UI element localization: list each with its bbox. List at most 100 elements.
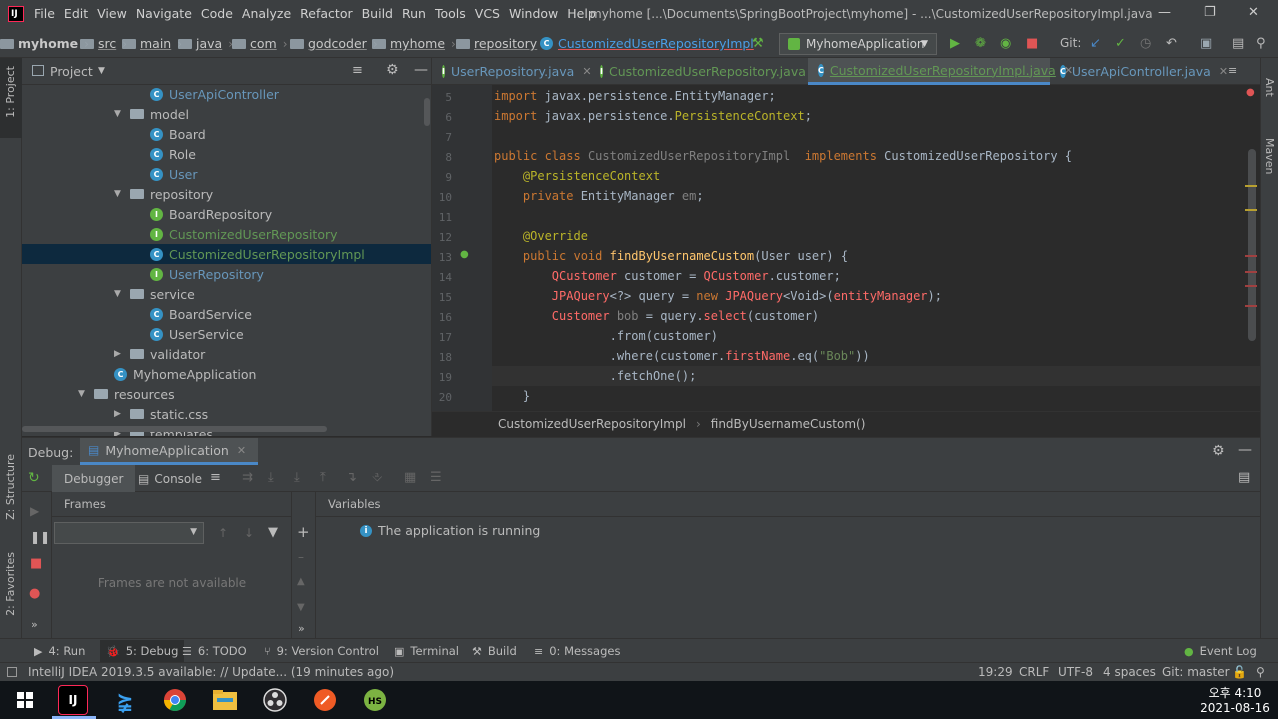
file-encoding[interactable]: UTF-8: [1058, 665, 1093, 679]
breadcrumb-item-0[interactable]: myhome›: [0, 36, 89, 51]
tool-window-0-messages[interactable]: ≡ 0: Messages: [534, 644, 620, 658]
breadcrumb-item-4[interactable]: com ›: [232, 36, 288, 51]
code-line[interactable]: public class CustomizedUserRepositoryImp…: [494, 149, 1072, 163]
clock-date[interactable]: 2021-08-16: [1200, 701, 1270, 715]
editor-crumb-class[interactable]: CustomizedUserRepositoryImpl: [498, 417, 686, 431]
code-line[interactable]: QCustomer customer = QCustomer.customer;: [494, 269, 841, 283]
breadcrumb-item-1[interactable]: src›: [80, 36, 127, 51]
status-message[interactable]: IntelliJ IDEA 2019.3.5 available: // Upd…: [28, 665, 394, 679]
indent-setting[interactable]: 4 spaces: [1103, 665, 1156, 679]
chevron-down-icon[interactable]: ▼: [98, 66, 105, 76]
up-arrow-icon[interactable]: ↑: [218, 526, 228, 540]
debug-session-tab[interactable]: ▤ MyhomeApplication ✕: [80, 438, 259, 465]
chevron-down-icon[interactable]: ▼: [114, 289, 124, 299]
implements-marker-icon[interactable]: ●: [460, 249, 469, 260]
history-icon[interactable]: ◷: [1140, 36, 1151, 51]
run-configuration-select[interactable]: MyhomeApplication ▼: [779, 33, 937, 55]
clock-time[interactable]: 오후 4:10: [1200, 684, 1270, 701]
editor-scrollbar[interactable]: [1248, 149, 1256, 341]
hide-panel-icon[interactable]: —: [1238, 442, 1252, 458]
windows-start-icon[interactable]: [10, 685, 40, 715]
code-line[interactable]: import javax.persistence.EntityManager;: [494, 89, 776, 103]
maximize-icon[interactable]: ❐: [1204, 5, 1216, 20]
line-separator[interactable]: CRLF: [1019, 665, 1049, 679]
filter-icon[interactable]: ▼: [268, 525, 278, 540]
tool-windows-icon[interactable]: [7, 667, 17, 677]
menu-vcs[interactable]: VCS: [475, 6, 500, 21]
menu-window[interactable]: Window: [509, 6, 558, 21]
tree-item-service[interactable]: ▼ service: [114, 284, 195, 304]
tree-item-role[interactable]: C Role: [150, 144, 196, 164]
menu-run[interactable]: Run: [402, 6, 426, 21]
code-line[interactable]: private EntityManager em;: [494, 189, 704, 203]
code-line[interactable]: .fetchOne();: [494, 369, 697, 383]
commit-icon[interactable]: ✓: [1115, 36, 1126, 51]
step-into-icon[interactable]: ⤓: [294, 470, 300, 485]
step-over-icon[interactable]: ⤓: [268, 470, 274, 485]
inspector-icon[interactable]: ⚲: [1256, 665, 1265, 679]
intellij-taskbar-icon[interactable]: IJ: [58, 685, 88, 715]
code-line[interactable]: }: [494, 389, 530, 403]
breadcrumb-item-3[interactable]: java ›: [178, 36, 233, 51]
collapse-all-icon[interactable]: ≡: [352, 63, 363, 78]
menu-analyze[interactable]: Analyze: [242, 6, 291, 21]
tree-item-repository[interactable]: ▼ repository: [114, 184, 213, 204]
tree-item-customizeduserrepository[interactable]: I CustomizedUserRepository: [150, 224, 338, 244]
gear-icon[interactable]: ⚙: [1212, 443, 1225, 459]
chevron-down-icon[interactable]: ▼: [78, 389, 88, 399]
layout-icon[interactable]: ▤: [1238, 470, 1250, 485]
resume-icon[interactable]: ▶: [30, 504, 39, 518]
tree-item-myhomeapplication[interactable]: C MyhomeApplication: [114, 364, 256, 384]
project-tool-tab[interactable]: 1: Project: [4, 66, 17, 118]
more-icon[interactable]: »: [298, 622, 305, 635]
chevron-right-icon[interactable]: ▶: [114, 349, 124, 359]
move-down-icon[interactable]: ▼: [297, 602, 305, 613]
editor-tab-3[interactable]: C UserApiController.java ✕: [1050, 58, 1228, 85]
tool-window-build[interactable]: ⚒ Build: [472, 644, 517, 658]
rerun-icon[interactable]: ↻: [28, 470, 40, 486]
pause-icon[interactable]: ❚❚: [30, 530, 50, 544]
editor-tab-2[interactable]: C CustomizedUserRepositoryImpl.java ✕: [808, 58, 1073, 85]
code-line[interactable]: @PersistenceContext: [494, 169, 660, 183]
thread-select[interactable]: ▼: [54, 522, 204, 544]
breadcrumb-item-5[interactable]: godcoder›: [290, 36, 378, 51]
tree-item-validator[interactable]: ▶ validator: [114, 344, 205, 364]
menu-refactor[interactable]: Refactor: [300, 6, 352, 21]
tree-item-boardrepository[interactable]: I BoardRepository: [150, 204, 272, 224]
gear-icon[interactable]: ⚙: [386, 62, 399, 78]
close-tab-icon[interactable]: ✕: [1219, 65, 1228, 78]
close-icon[interactable]: ✕: [1248, 5, 1259, 20]
code-line[interactable]: Customer bob = query.select(customer): [494, 309, 819, 323]
favorites-tool-tab[interactable]: 2: Favorites: [4, 552, 17, 616]
breadcrumb-item-7[interactable]: repository›: [456, 36, 548, 51]
tab-overflow-icon[interactable]: ≡: [1228, 64, 1237, 77]
menu-build[interactable]: Build: [362, 6, 393, 21]
table-view-icon[interactable]: ▦: [404, 470, 416, 485]
editor-tab-1[interactable]: ICustomizedUserRepository.java✕: [590, 58, 823, 85]
chrome-taskbar-icon[interactable]: [160, 685, 190, 715]
breadcrumb-item-6[interactable]: myhome ›: [372, 36, 456, 51]
editor-tab-0[interactable]: I UserRepository.java ✕: [432, 58, 592, 85]
caret-position[interactable]: 19:29: [978, 665, 1013, 679]
debug-icon[interactable]: ❁: [975, 36, 986, 51]
tree-item-board[interactable]: C Board: [150, 124, 206, 144]
show-execution-point-icon[interactable]: ⇉: [242, 470, 253, 485]
evaluate-icon[interactable]: ⎀: [372, 470, 382, 485]
tree-item-static-css[interactable]: ▶ static.css: [114, 404, 208, 424]
code-editor[interactable]: 5 6 7 8 9 10 11 12 13 14 15 16 17 18 19 20 import javax…: [432, 85, 1260, 411]
close-tab-icon[interactable]: ✕: [237, 444, 246, 457]
coverage-icon[interactable]: ◉: [1000, 36, 1011, 51]
stop-icon[interactable]: ■: [30, 556, 42, 571]
tool-window-event-log[interactable]: ● Event Log: [1184, 644, 1257, 658]
editor-crumb-method[interactable]: findByUsernameCustom(): [711, 417, 866, 431]
chevron-right-icon[interactable]: ▶: [114, 409, 124, 419]
file-explorer-taskbar-icon[interactable]: [210, 685, 240, 715]
update-project-icon[interactable]: ↙: [1090, 36, 1101, 51]
chevron-down-icon[interactable]: ▼: [114, 189, 124, 199]
heidisql-taskbar-icon[interactable]: HS: [360, 685, 390, 715]
more-icon[interactable]: »: [31, 618, 38, 631]
maven-tool-tab[interactable]: Maven: [1263, 138, 1276, 174]
structure-tool-tab[interactable]: Z: Structure: [4, 454, 17, 520]
hide-panel-icon[interactable]: —: [414, 62, 428, 78]
menu-tools[interactable]: Tools: [435, 6, 466, 21]
